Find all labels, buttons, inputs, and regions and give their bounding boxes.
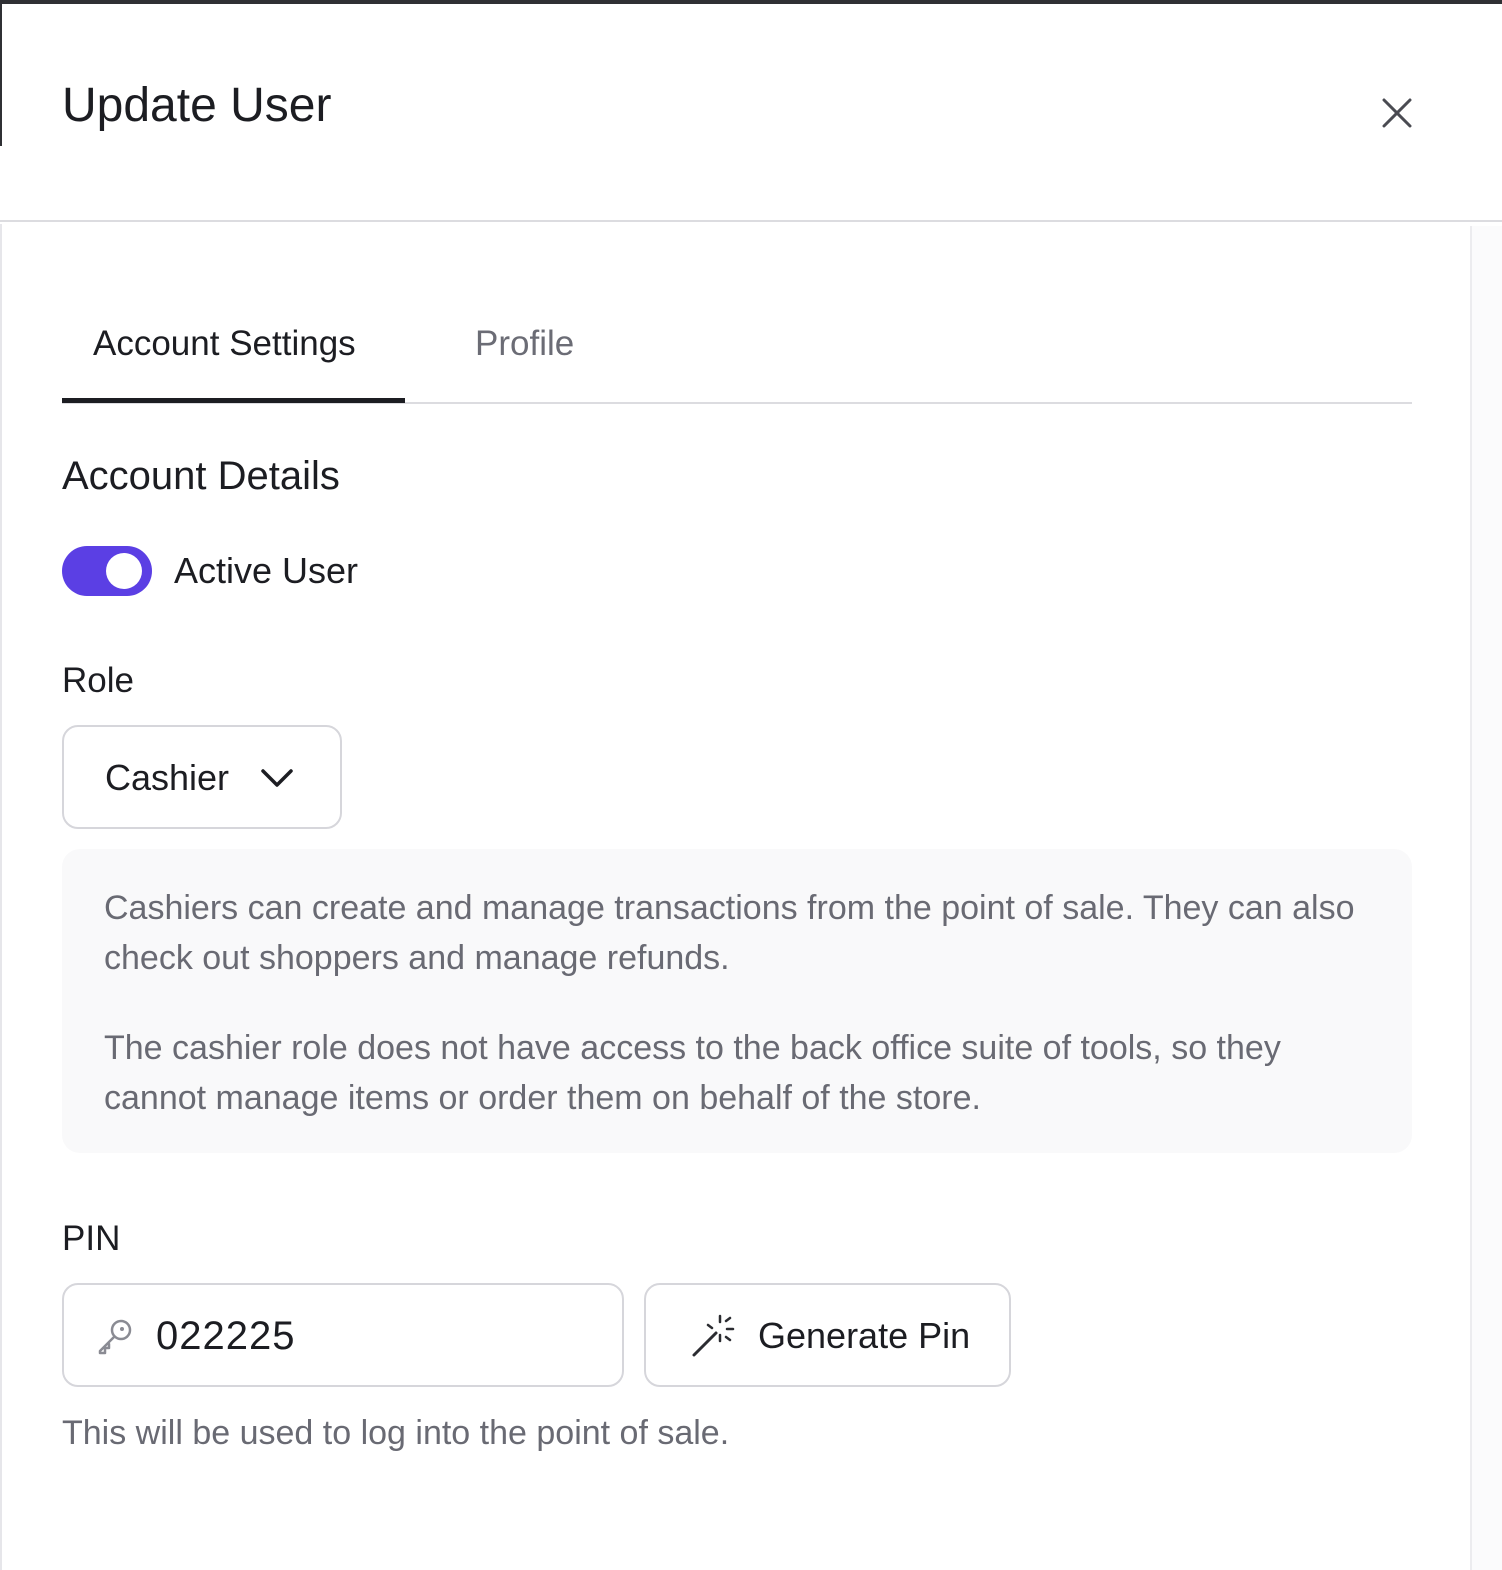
dialog-header: Update User <box>0 4 1502 222</box>
section-title: Account Details <box>62 454 340 498</box>
tab-account-settings[interactable]: Account Settings <box>93 320 356 368</box>
role-description: Cashiers can create and manage transacti… <box>62 849 1412 1153</box>
role-label: Role <box>62 661 134 700</box>
key-icon <box>98 1319 132 1355</box>
toggle-knob <box>106 553 142 589</box>
close-icon <box>1382 98 1412 128</box>
role-select[interactable]: Cashier <box>62 725 342 829</box>
pin-label: PIN <box>62 1219 121 1258</box>
active-tab-indicator <box>62 398 405 403</box>
generate-pin-label: Generate Pin <box>758 1315 971 1356</box>
dialog-title: Update User <box>62 79 332 132</box>
tab-profile[interactable]: Profile <box>475 320 574 368</box>
pin-input[interactable]: 022225 <box>62 1283 624 1387</box>
panel-left-border <box>0 224 2 1570</box>
role-description-paragraph: Cashiers can create and manage transacti… <box>104 889 1355 977</box>
magic-wand-icon <box>692 1314 735 1357</box>
role-description-paragraph: The cashier role does not have access to… <box>104 1029 1281 1117</box>
generate-pin-button[interactable]: Generate Pin <box>644 1283 1011 1387</box>
tab-bar: Account Settings Profile <box>62 294 1412 404</box>
active-user-toggle[interactable] <box>62 546 152 596</box>
pin-value: 022225 <box>156 1314 296 1358</box>
scrollbar[interactable] <box>1470 226 1502 1570</box>
role-selected-value: Cashier <box>105 757 230 798</box>
close-button[interactable] <box>1372 88 1422 138</box>
pin-hint: This will be used to log into the point … <box>62 1414 730 1452</box>
update-user-dialog: Update User Account Settings Profile Acc… <box>0 0 1502 1570</box>
active-user-label: Active User <box>174 550 359 591</box>
chevron-down-icon <box>261 769 293 787</box>
